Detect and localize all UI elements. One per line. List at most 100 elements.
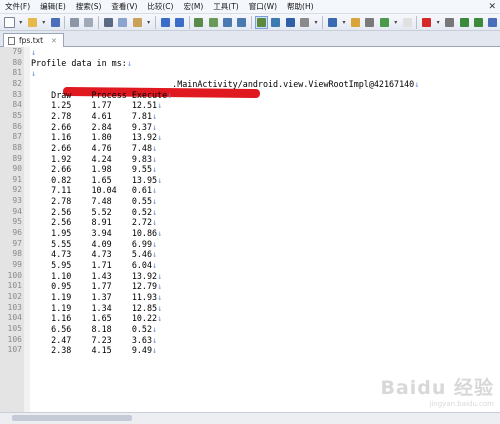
settings-icon[interactable] bbox=[364, 16, 376, 29]
line-number: 98 bbox=[12, 249, 22, 259]
line-number: 82 bbox=[12, 78, 22, 88]
zoom-out-icon[interactable] bbox=[236, 16, 248, 29]
line-number-gutter: 79 80 81 82 83 84 85 86 87 88 89 90 91 92 93 94 95 96 97 98… bbox=[0, 47, 25, 412]
line-number: 80 bbox=[12, 57, 22, 67]
scrollbar-thumb[interactable] bbox=[12, 415, 132, 421]
play-multiple-icon-glyph bbox=[473, 17, 483, 27]
text-line: 2.56 5.52 0.52↓ bbox=[31, 206, 158, 217]
dropdown-icon[interactable]: ▾ bbox=[145, 16, 152, 29]
dropdown-icon[interactable]: ▾ bbox=[392, 16, 399, 29]
image-icon-glyph bbox=[379, 17, 389, 27]
plugin-icon-glyph bbox=[350, 17, 360, 27]
text-editor[interactable]: 79 80 81 82 83 84 85 86 87 88 89 90 91 92 93 94 95 96 97 98… bbox=[0, 47, 500, 412]
zoom-out-icon-glyph bbox=[237, 17, 247, 27]
record-macro-icon[interactable] bbox=[420, 16, 432, 29]
word-wrap-icon[interactable] bbox=[284, 16, 296, 29]
print-preview-icon-glyph bbox=[84, 17, 94, 27]
menu-item[interactable]: 宏(M) bbox=[178, 0, 208, 13]
line-end-marker: ↓ bbox=[152, 217, 158, 228]
menu-item[interactable]: 搜索(S) bbox=[71, 0, 107, 13]
dropdown-icon[interactable]: ▾ bbox=[341, 16, 348, 29]
line-end-marker: ↓ bbox=[157, 174, 163, 185]
replace-icon[interactable] bbox=[207, 16, 219, 29]
view-mode-1-icon-glyph bbox=[256, 17, 266, 27]
style-config-icon-glyph bbox=[327, 17, 337, 27]
line-end-marker: ↓ bbox=[157, 270, 163, 281]
undo-icon[interactable] bbox=[159, 16, 171, 29]
save-icon[interactable] bbox=[49, 16, 61, 29]
line-end-marker: ↓ bbox=[414, 78, 420, 89]
view-mode-1-icon[interactable] bbox=[255, 15, 268, 29]
line-end-marker: ↓ bbox=[157, 281, 163, 292]
line-end-marker: ↓ bbox=[152, 164, 158, 175]
horizontal-scrollbar[interactable] bbox=[0, 412, 500, 424]
dropdown-icon[interactable]: ▾ bbox=[17, 16, 24, 29]
tab-fps-txt[interactable]: fps.txt ✕ bbox=[3, 33, 64, 47]
zoom-in-icon-glyph bbox=[223, 17, 233, 27]
image-icon[interactable] bbox=[378, 16, 390, 29]
save-macro-icon[interactable] bbox=[487, 16, 499, 29]
zoom-in-icon[interactable] bbox=[221, 16, 233, 29]
view-mode-2-icon[interactable] bbox=[270, 16, 282, 29]
menu-item[interactable]: 帮助(H) bbox=[282, 0, 319, 13]
copy-icon[interactable] bbox=[117, 16, 129, 29]
line-end-marker: ↓ bbox=[157, 132, 163, 143]
line-number: 86 bbox=[12, 121, 22, 131]
text-line: 1.10 1.43 13.92↓ bbox=[31, 270, 163, 281]
tab-strip: fps.txt ✕ bbox=[0, 31, 500, 47]
menu-item[interactable]: 查看(V) bbox=[106, 0, 142, 13]
line-number: 96 bbox=[12, 228, 22, 238]
print-preview-icon[interactable] bbox=[83, 16, 95, 29]
print-icon[interactable] bbox=[68, 16, 80, 29]
style-config-icon[interactable] bbox=[326, 16, 338, 29]
text-line: 1.19 1.34 12.85↓ bbox=[31, 302, 163, 313]
redo-icon[interactable] bbox=[173, 16, 185, 29]
tab-close-icon[interactable]: ✕ bbox=[51, 37, 57, 45]
blank-icon-glyph bbox=[402, 17, 412, 27]
text-line: 1.95 3.94 10.86↓ bbox=[31, 228, 163, 239]
line-end-marker: ↓ bbox=[152, 238, 158, 249]
redo-icon-glyph bbox=[174, 17, 184, 27]
line-number: 84 bbox=[12, 100, 22, 110]
play-macro-icon-glyph bbox=[459, 17, 469, 27]
line-number: 106 bbox=[7, 334, 22, 344]
find-icon[interactable] bbox=[193, 16, 205, 29]
line-end-marker: ↓ bbox=[157, 302, 163, 313]
save-macro-icon-glyph bbox=[488, 17, 498, 27]
open-folder-icon[interactable] bbox=[26, 16, 38, 29]
line-number: 99 bbox=[12, 260, 22, 269]
line-end-marker: ↓ bbox=[152, 334, 158, 345]
dropdown-icon[interactable]: ▾ bbox=[40, 16, 47, 29]
menu-item[interactable]: 窗口(W) bbox=[244, 0, 282, 13]
menu-item[interactable]: 比较(C) bbox=[142, 0, 178, 13]
line-number: 101 bbox=[7, 281, 22, 291]
text-line: 5.95 1.71 6.04↓ bbox=[31, 260, 158, 270]
blank-icon[interactable] bbox=[401, 16, 413, 29]
dropdown-icon[interactable]: ▾ bbox=[435, 16, 442, 29]
cut-icon[interactable] bbox=[102, 16, 114, 29]
copy-icon-glyph bbox=[118, 17, 128, 27]
new-file-icon[interactable] bbox=[3, 16, 15, 29]
menu-item[interactable]: 文件(F) bbox=[0, 0, 35, 13]
paste-icon[interactable] bbox=[131, 16, 143, 29]
plugin-icon[interactable] bbox=[349, 16, 361, 29]
toolbar-separator bbox=[98, 15, 100, 29]
dropdown-icon[interactable]: ▾ bbox=[313, 16, 320, 29]
line-number: 91 bbox=[12, 174, 22, 184]
line-number: 90 bbox=[12, 164, 22, 174]
text-line: 4.73 4.73 5.46↓ bbox=[31, 249, 158, 260]
text-line: .MainActivity/android.view.ViewRootImpl@… bbox=[31, 78, 420, 89]
line-end-marker: ↓ bbox=[167, 89, 173, 100]
play-multiple-icon[interactable] bbox=[472, 16, 484, 29]
show-all-icon[interactable] bbox=[298, 16, 310, 29]
menu-bar: 文件(F) 编辑(E) 搜索(S) 查看(V) 比较(C) 宏(M) 工具(T) 窗口(W) 帮… bbox=[0, 0, 500, 14]
line-end-marker: ↓ bbox=[152, 185, 158, 196]
play-macro-icon[interactable] bbox=[458, 16, 470, 29]
menu-item[interactable]: 编辑(E) bbox=[35, 0, 71, 13]
line-number: 87 bbox=[12, 132, 22, 142]
stop-record-icon[interactable] bbox=[443, 16, 455, 29]
close-document-icon[interactable]: ✕ bbox=[488, 2, 500, 12]
menu-item[interactable]: 工具(T) bbox=[208, 0, 243, 13]
new-file-icon-glyph bbox=[3, 16, 15, 28]
fold-margin bbox=[24, 47, 30, 412]
